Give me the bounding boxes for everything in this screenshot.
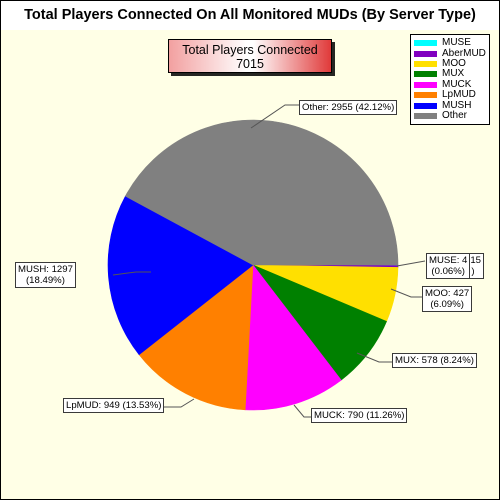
legend-item-label: MUX: [442, 68, 465, 80]
callout-mux-text: MUX: 578 (8.24%): [395, 355, 474, 366]
legend-swatch-icon: [414, 102, 437, 109]
callout-mush: MUSH: 1297 (18.49%): [15, 262, 76, 288]
callout-other: Other: 2955 (42.12%): [299, 100, 398, 115]
callout-other-text: Other: 2955 (42.12%): [302, 102, 395, 113]
callout-mush-line2: (18.49%): [25, 275, 65, 286]
callout-moo: MOO: 427 (6.09%): [422, 286, 473, 312]
callout-moo-line2: (6.09%): [430, 299, 464, 310]
legend-item-muse: MUSE: [414, 38, 486, 48]
legend-swatch-icon: [414, 40, 437, 47]
callout-mush-line1: MUSH: 1297: [18, 264, 73, 275]
legend-item-label: Other: [442, 109, 468, 121]
callout-lpmud: LpMUD: 949 (13.53%): [63, 398, 165, 413]
legend-swatch-icon: [414, 50, 437, 57]
legend: MUSE AberMUD MOO MUX MUCK LpMUD MUSH Other: [410, 34, 490, 126]
callout-muck: MUCK: 790 (11.26%): [311, 408, 408, 423]
leader-line-muck: [293, 404, 311, 418]
callout-muse-line2: (0.06%): [431, 266, 465, 277]
callout-mux: MUX: 578 (8.24%): [392, 353, 477, 368]
legend-item-label: MUSE: [442, 37, 471, 49]
legend-item-other: Other: [414, 109, 486, 121]
legend-swatch-icon: [414, 112, 437, 119]
callout-lpmud-text: LpMUD: 949 (13.53%): [66, 400, 162, 411]
pie-slices: [107, 119, 399, 411]
chart-page: Total Players Connected On All Monitored…: [0, 0, 500, 500]
legend-item-mux: MUX: [414, 69, 486, 79]
legend-item-label: LpMUD: [442, 89, 476, 101]
legend-swatch-icon: [414, 81, 437, 88]
leader-line-muse: [396, 260, 426, 267]
legend-swatch-icon: [414, 60, 437, 67]
callout-muse-line1: MUSE: 4: [429, 255, 468, 266]
legend-item-lpmud: LpMUD: [414, 90, 486, 100]
callout-muse: MUSE: 4 (0.06%): [426, 253, 471, 279]
callout-moo-line1: MOO: 427: [425, 288, 470, 299]
legend-swatch-icon: [414, 71, 437, 78]
legend-swatch-icon: [414, 92, 437, 99]
callout-muck-text: MUCK: 790 (11.26%): [314, 410, 405, 421]
leader-line-lpmud: [164, 398, 195, 408]
